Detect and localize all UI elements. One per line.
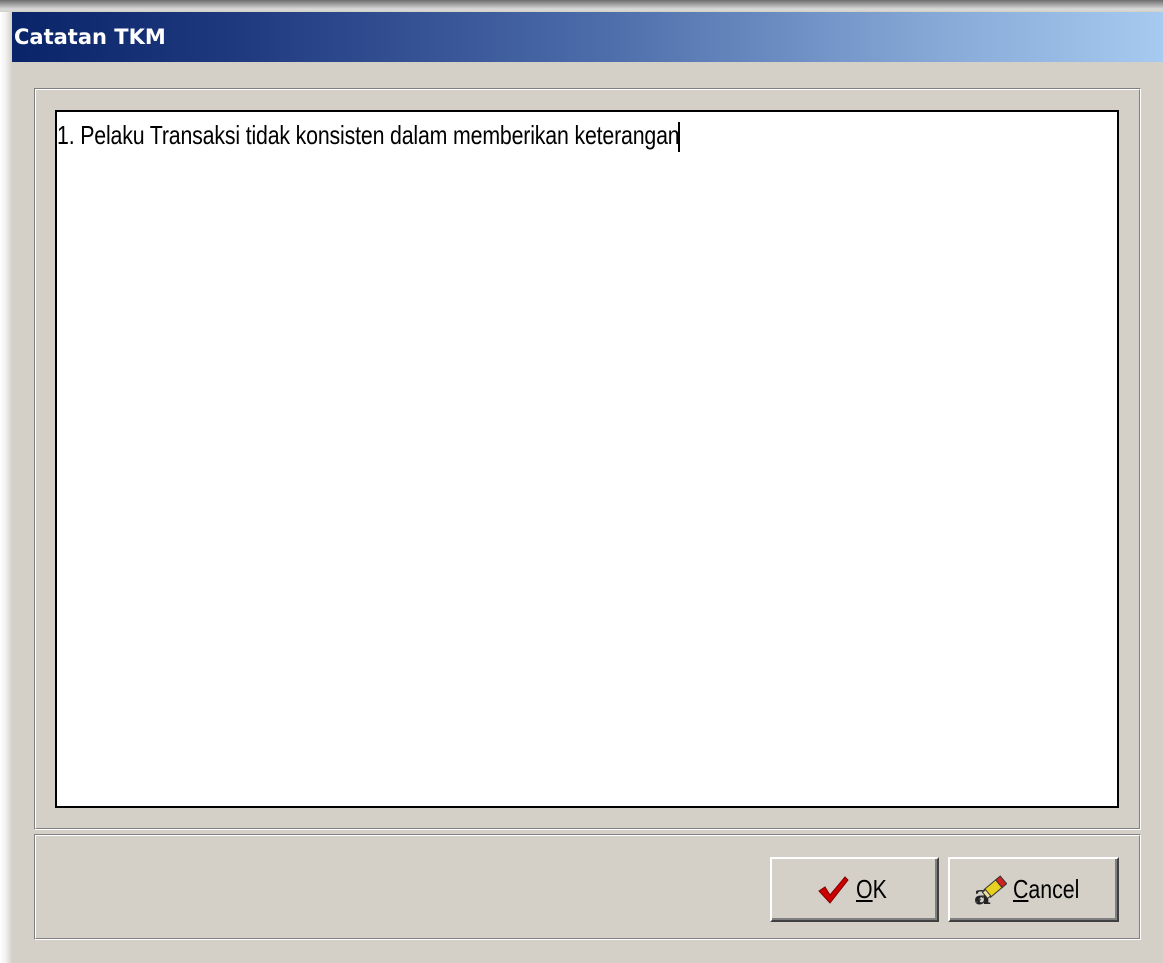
checkmark-icon [816, 873, 850, 907]
dialog-window: Catatan TKM 1. Pelaku Transaksi tidak ko… [0, 0, 1163, 963]
window-title: Catatan TKM [14, 25, 166, 49]
window-top-edge [0, 0, 1163, 12]
ok-label-rest: K [872, 874, 887, 904]
ok-mnemonic: O [855, 874, 873, 904]
window-left-edge [0, 12, 12, 963]
cancel-button[interactable]: a Cancel [948, 857, 1119, 922]
title-bar[interactable]: Catatan TKM [12, 12, 1163, 62]
eraser-icon: a [973, 873, 1008, 911]
cancel-button-label: Cancel [1013, 874, 1079, 905]
memo-text: 1. Pelaku Transaksi tidak konsisten dala… [57, 120, 680, 150]
notes-memo-field[interactable]: 1. Pelaku Transaksi tidak konsisten dala… [55, 110, 1119, 808]
ok-button[interactable]: OK [770, 857, 939, 922]
cancel-mnemonic: C [1013, 874, 1029, 904]
ok-button-label: OK [856, 874, 887, 905]
cancel-label-rest: ancel [1028, 874, 1080, 904]
